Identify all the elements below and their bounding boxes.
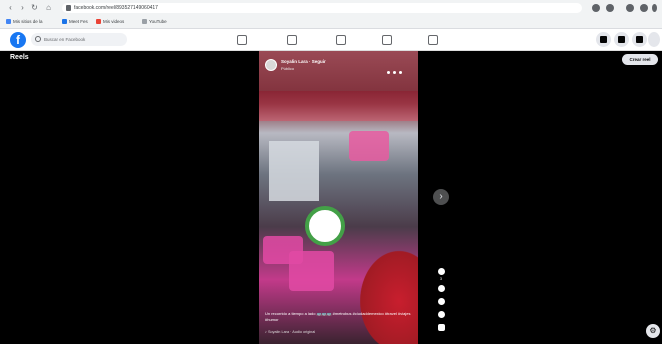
author-name[interactable]: Soyalin Lara · Seguir xyxy=(281,59,326,64)
next-reel-button[interactable]: › xyxy=(433,189,449,205)
create-reel-button[interactable]: Crear reel xyxy=(622,54,658,65)
back-icon[interactable]: ‹ xyxy=(6,3,15,12)
bookmark-item[interactable]: Mis videos xyxy=(96,17,124,26)
url-text: facebook.com/reel/893527149060417 xyxy=(74,5,158,11)
search-icon xyxy=(35,36,41,42)
like-icon[interactable] xyxy=(437,268,445,275)
menu-icon[interactable] xyxy=(652,4,657,12)
bookmark-star-icon[interactable] xyxy=(606,4,614,12)
cursor-indicator xyxy=(305,206,345,246)
bookmark-item[interactable]: Meet Fes xyxy=(62,17,88,26)
lock-icon xyxy=(66,5,71,11)
search-placeholder: Buscar en Facebook xyxy=(44,37,86,42)
reel-audio[interactable]: ♪ Soyalin Lara · Audio original xyxy=(265,330,315,334)
address-bar[interactable]: facebook.com/reel/893527149060417 xyxy=(62,3,582,13)
reel-video[interactable]: Soyalin Lara · Seguir Público Un recorri… xyxy=(259,51,418,344)
reel-caption: Un recorrido a tiempo a lado 🚌🚌🚌 #metrob… xyxy=(265,311,411,322)
bookmark-item[interactable]: YouTube xyxy=(142,17,167,26)
friends-nav-icon[interactable] xyxy=(287,35,297,45)
share-icon[interactable] xyxy=(437,298,445,305)
reel-actions: 3 xyxy=(436,268,446,337)
more-options-icon[interactable] xyxy=(387,61,407,74)
marketplace-nav-icon[interactable] xyxy=(382,35,392,45)
video-frame-detail xyxy=(269,141,319,201)
video-frame-detail xyxy=(349,131,389,161)
facebook-logo[interactable]: f xyxy=(10,32,26,48)
author-visibility: Público xyxy=(281,66,295,71)
home-icon[interactable]: ⌂ xyxy=(44,3,53,12)
more-icon[interactable] xyxy=(437,311,445,318)
reload-icon[interactable]: ↻ xyxy=(30,3,39,12)
notifications-icon[interactable] xyxy=(632,32,647,47)
page-title: Reels xyxy=(10,54,29,61)
video-nav-icon[interactable] xyxy=(336,35,346,45)
comment-icon[interactable] xyxy=(437,285,445,292)
settings-icon[interactable]: ⚙ xyxy=(646,324,660,338)
browser-toolbar: ‹ › ↻ ⌂ facebook.com/reel/89352714906041… xyxy=(0,0,662,29)
extensions-icon[interactable] xyxy=(592,4,600,12)
search-input[interactable]: Buscar en Facebook xyxy=(31,33,127,46)
profile-icon[interactable] xyxy=(640,4,648,12)
video-frame-detail xyxy=(259,91,418,121)
account-avatar[interactable] xyxy=(648,32,660,47)
home-nav-icon[interactable] xyxy=(237,35,247,45)
video-frame-detail xyxy=(289,251,334,291)
forward-icon[interactable]: › xyxy=(18,3,27,12)
audio-thumbnail[interactable] xyxy=(437,324,445,331)
download-icon[interactable] xyxy=(626,4,634,12)
facebook-header: f Buscar en Facebook xyxy=(0,29,662,51)
like-count: 3 xyxy=(440,277,442,281)
bookmark-item[interactable]: Mis sitios de la xyxy=(6,17,43,26)
author-avatar[interactable] xyxy=(265,59,277,71)
groups-nav-icon[interactable] xyxy=(428,35,438,45)
messenger-icon[interactable] xyxy=(614,32,629,47)
menu-grid-icon[interactable] xyxy=(596,32,611,47)
